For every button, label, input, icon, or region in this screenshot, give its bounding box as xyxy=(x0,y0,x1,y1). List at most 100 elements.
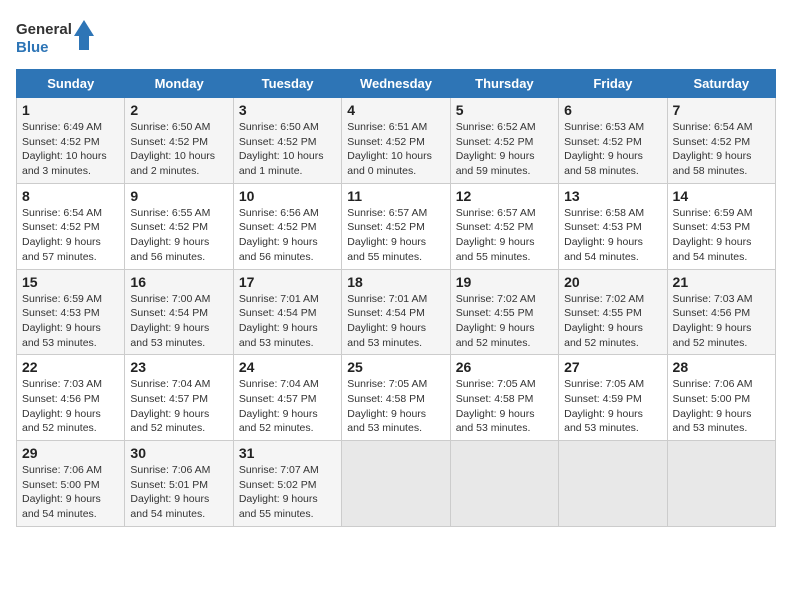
svg-text:General: General xyxy=(16,21,72,38)
day-number: 26 xyxy=(456,359,553,375)
day-cell: 11 Sunrise: 6:57 AM Sunset: 4:52 PM Dayli… xyxy=(342,183,450,269)
day-info: Sunrise: 7:01 AM Sunset: 4:54 PM Dayligh… xyxy=(239,292,336,351)
day-number: 15 xyxy=(22,274,119,290)
day-number: 17 xyxy=(239,274,336,290)
day-number: 8 xyxy=(22,188,119,204)
day-cell: 3 Sunrise: 6:50 AM Sunset: 4:52 PM Daylig… xyxy=(233,98,341,184)
day-info: Sunrise: 7:05 AM Sunset: 4:59 PM Dayligh… xyxy=(564,377,661,436)
day-info: Sunrise: 6:51 AM Sunset: 4:52 PM Dayligh… xyxy=(347,120,444,179)
header-friday: Friday xyxy=(559,70,667,98)
day-cell: 20 Sunrise: 7:02 AM Sunset: 4:55 PM Dayli… xyxy=(559,269,667,355)
day-info: Sunrise: 6:57 AM Sunset: 4:52 PM Dayligh… xyxy=(456,206,553,265)
logo: General Blue xyxy=(16,16,96,61)
day-cell: 10 Sunrise: 6:56 AM Sunset: 4:52 PM Dayli… xyxy=(233,183,341,269)
day-info: Sunrise: 6:57 AM Sunset: 4:52 PM Dayligh… xyxy=(347,206,444,265)
day-number: 25 xyxy=(347,359,444,375)
day-cell: 23 Sunrise: 7:04 AM Sunset: 4:57 PM Dayli… xyxy=(125,355,233,441)
day-info: Sunrise: 7:02 AM Sunset: 4:55 PM Dayligh… xyxy=(456,292,553,351)
day-info: Sunrise: 6:49 AM Sunset: 4:52 PM Dayligh… xyxy=(22,120,119,179)
header-sunday: Sunday xyxy=(17,70,125,98)
day-cell: 18 Sunrise: 7:01 AM Sunset: 4:54 PM Dayli… xyxy=(342,269,450,355)
day-info: Sunrise: 7:04 AM Sunset: 4:57 PM Dayligh… xyxy=(130,377,227,436)
week-row-4: 22 Sunrise: 7:03 AM Sunset: 4:56 PM Dayli… xyxy=(17,355,776,441)
day-cell: 19 Sunrise: 7:02 AM Sunset: 4:55 PM Dayli… xyxy=(450,269,558,355)
day-info: Sunrise: 7:02 AM Sunset: 4:55 PM Dayligh… xyxy=(564,292,661,351)
header-saturday: Saturday xyxy=(667,70,775,98)
day-cell: 4 Sunrise: 6:51 AM Sunset: 4:52 PM Daylig… xyxy=(342,98,450,184)
day-info: Sunrise: 7:07 AM Sunset: 5:02 PM Dayligh… xyxy=(239,463,336,522)
week-row-3: 15 Sunrise: 6:59 AM Sunset: 4:53 PM Dayli… xyxy=(17,269,776,355)
day-cell: 29 Sunrise: 7:06 AM Sunset: 5:00 PM Dayli… xyxy=(17,441,125,527)
logo-svg: General Blue xyxy=(16,16,96,61)
day-cell: 26 Sunrise: 7:05 AM Sunset: 4:58 PM Dayli… xyxy=(450,355,558,441)
day-info: Sunrise: 6:54 AM Sunset: 4:52 PM Dayligh… xyxy=(22,206,119,265)
day-info: Sunrise: 7:00 AM Sunset: 4:54 PM Dayligh… xyxy=(130,292,227,351)
day-cell: 25 Sunrise: 7:05 AM Sunset: 4:58 PM Dayli… xyxy=(342,355,450,441)
day-number: 16 xyxy=(130,274,227,290)
day-info: Sunrise: 6:50 AM Sunset: 4:52 PM Dayligh… xyxy=(239,120,336,179)
day-number: 19 xyxy=(456,274,553,290)
day-number: 5 xyxy=(456,102,553,118)
day-number: 20 xyxy=(564,274,661,290)
day-cell: 5 Sunrise: 6:52 AM Sunset: 4:52 PM Daylig… xyxy=(450,98,558,184)
day-cell: 8 Sunrise: 6:54 AM Sunset: 4:52 PM Daylig… xyxy=(17,183,125,269)
day-number: 14 xyxy=(673,188,770,204)
day-info: Sunrise: 6:58 AM Sunset: 4:53 PM Dayligh… xyxy=(564,206,661,265)
day-cell: 14Sunrise: 6:59 AM Sunset: 4:53 PM Dayli… xyxy=(667,183,775,269)
day-number: 30 xyxy=(130,445,227,461)
day-number: 29 xyxy=(22,445,119,461)
day-info: Sunrise: 7:05 AM Sunset: 4:58 PM Dayligh… xyxy=(347,377,444,436)
day-cell: 15 Sunrise: 6:59 AM Sunset: 4:53 PM Dayli… xyxy=(17,269,125,355)
day-number: 18 xyxy=(347,274,444,290)
week-row-5: 29 Sunrise: 7:06 AM Sunset: 5:00 PM Dayli… xyxy=(17,441,776,527)
day-number: 2 xyxy=(130,102,227,118)
day-info: Sunrise: 6:52 AM Sunset: 4:52 PM Dayligh… xyxy=(456,120,553,179)
day-number: 27 xyxy=(564,359,661,375)
day-cell: 24Sunrise: 7:04 AM Sunset: 4:57 PM Dayli… xyxy=(233,355,341,441)
day-info: Sunrise: 6:54 AM Sunset: 4:52 PM Dayligh… xyxy=(673,120,770,179)
day-cell: 21Sunrise: 7:03 AM Sunset: 4:56 PM Dayli… xyxy=(667,269,775,355)
day-number: 11 xyxy=(347,188,444,204)
day-info: Sunrise: 6:59 AM Sunset: 4:53 PM Dayligh… xyxy=(22,292,119,351)
day-number: 23 xyxy=(130,359,227,375)
calendar-table: SundayMondayTuesdayWednesdayThursdayFrid… xyxy=(16,69,776,527)
day-info: Sunrise: 7:06 AM Sunset: 5:01 PM Dayligh… xyxy=(130,463,227,522)
day-number: 28 xyxy=(673,359,770,375)
day-info: Sunrise: 7:04 AM Sunset: 4:57 PM Dayligh… xyxy=(239,377,336,436)
day-info: Sunrise: 7:01 AM Sunset: 4:54 PM Dayligh… xyxy=(347,292,444,351)
week-row-1: 1Sunrise: 6:49 AM Sunset: 4:52 PM Daylig… xyxy=(17,98,776,184)
day-number: 21 xyxy=(673,274,770,290)
svg-text:Blue: Blue xyxy=(16,39,49,56)
day-cell: 1Sunrise: 6:49 AM Sunset: 4:52 PM Daylig… xyxy=(17,98,125,184)
day-number: 12 xyxy=(456,188,553,204)
day-info: Sunrise: 6:50 AM Sunset: 4:52 PM Dayligh… xyxy=(130,120,227,179)
day-number: 6 xyxy=(564,102,661,118)
day-info: Sunrise: 7:03 AM Sunset: 4:56 PM Dayligh… xyxy=(22,377,119,436)
day-info: Sunrise: 6:55 AM Sunset: 4:52 PM Dayligh… xyxy=(130,206,227,265)
day-cell: 7Sunrise: 6:54 AM Sunset: 4:52 PM Daylig… xyxy=(667,98,775,184)
day-number: 3 xyxy=(239,102,336,118)
day-cell: 13 Sunrise: 6:58 AM Sunset: 4:53 PM Dayli… xyxy=(559,183,667,269)
header-tuesday: Tuesday xyxy=(233,70,341,98)
header-row: SundayMondayTuesdayWednesdayThursdayFrid… xyxy=(17,70,776,98)
day-number: 4 xyxy=(347,102,444,118)
day-number: 9 xyxy=(130,188,227,204)
day-number: 10 xyxy=(239,188,336,204)
day-cell xyxy=(559,441,667,527)
day-cell xyxy=(342,441,450,527)
day-cell xyxy=(667,441,775,527)
day-number: 22 xyxy=(22,359,119,375)
day-number: 13 xyxy=(564,188,661,204)
day-info: Sunrise: 7:05 AM Sunset: 4:58 PM Dayligh… xyxy=(456,377,553,436)
day-info: Sunrise: 6:53 AM Sunset: 4:52 PM Dayligh… xyxy=(564,120,661,179)
day-info: Sunrise: 7:06 AM Sunset: 5:00 PM Dayligh… xyxy=(22,463,119,522)
day-cell xyxy=(450,441,558,527)
day-info: Sunrise: 6:56 AM Sunset: 4:52 PM Dayligh… xyxy=(239,206,336,265)
day-cell: 30 Sunrise: 7:06 AM Sunset: 5:01 PM Dayli… xyxy=(125,441,233,527)
day-cell: 27 Sunrise: 7:05 AM Sunset: 4:59 PM Dayli… xyxy=(559,355,667,441)
header: General Blue xyxy=(16,16,776,61)
day-cell: 22 Sunrise: 7:03 AM Sunset: 4:56 PM Dayli… xyxy=(17,355,125,441)
week-row-2: 8 Sunrise: 6:54 AM Sunset: 4:52 PM Daylig… xyxy=(17,183,776,269)
day-number: 31 xyxy=(239,445,336,461)
day-cell: 31 Sunrise: 7:07 AM Sunset: 5:02 PM Dayli… xyxy=(233,441,341,527)
